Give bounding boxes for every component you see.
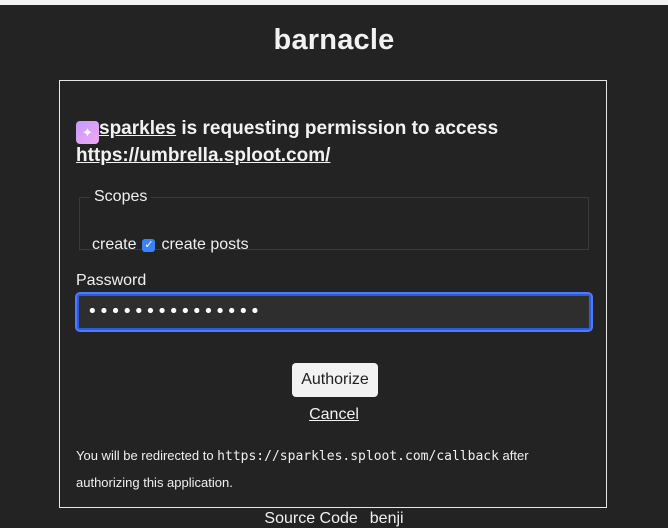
password-input[interactable]: ••••••••••••••• xyxy=(75,292,593,332)
window-top-strip xyxy=(0,0,668,5)
scopes-legend: Scopes xyxy=(94,188,148,205)
permission-request-text: ✦ sparkles is requesting permission to ac… xyxy=(76,117,576,168)
callback-url: https://sparkles.sploot.com/callback xyxy=(217,449,499,464)
authorization-card: ✦ sparkles is requesting permission to ac… xyxy=(59,80,607,508)
request-middle-text: is requesting permission to access xyxy=(176,118,499,139)
app-title: barnacle xyxy=(273,24,395,56)
password-label: Password xyxy=(76,272,147,289)
authorize-button[interactable]: Authorize xyxy=(292,363,378,397)
footer: Source Code benji xyxy=(0,510,668,528)
cancel-button[interactable]: Cancel xyxy=(309,406,359,423)
redirect-notice: You will be redirected to https://sparkl… xyxy=(76,443,576,496)
scope-item: create ✓ create posts xyxy=(92,236,249,254)
sparkles-icon: ✦ xyxy=(76,121,99,144)
scope-label: create posts xyxy=(161,236,249,253)
scope-name: create xyxy=(92,236,137,253)
client-name-link[interactable]: sparkles xyxy=(99,118,176,139)
cancel-link: Cancel xyxy=(60,406,608,424)
author-link[interactable]: benji xyxy=(370,510,404,527)
scopes-fieldset: Scopes create ✓ create posts xyxy=(79,188,589,253)
redirect-prefix: You will be redirected to xyxy=(76,448,218,463)
scope-create-checkbox[interactable]: ✓ xyxy=(142,238,156,252)
source-code-link[interactable]: Source Code xyxy=(264,510,357,527)
target-url-link[interactable]: https://umbrella.sploot.com/ xyxy=(76,145,330,166)
